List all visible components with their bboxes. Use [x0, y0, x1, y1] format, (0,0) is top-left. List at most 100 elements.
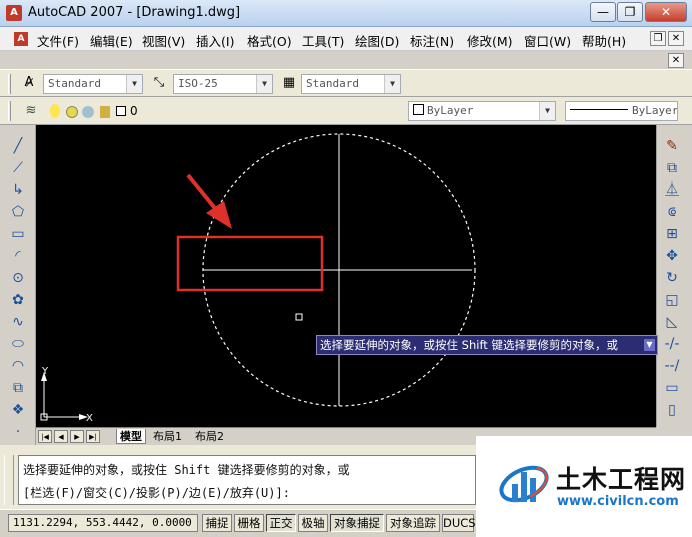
next-tab-button[interactable]: ▶ [70, 430, 84, 443]
osnap-toggle[interactable]: 对象捕捉 [330, 514, 384, 532]
construction-line-icon[interactable]: ⟋ [9, 159, 27, 177]
pickbox-cursor [295, 313, 303, 321]
menu-tools[interactable]: 工具(T) [302, 31, 344, 50]
break-icon[interactable]: ▭ [663, 379, 681, 397]
chevron-down-icon[interactable]: ▼ [539, 102, 555, 120]
menu-edit[interactable]: 编辑(E) [90, 31, 133, 50]
otrack-toggle[interactable]: 对象追踪 [386, 514, 440, 532]
viewport-icon [82, 106, 94, 118]
revision-cloud-icon[interactable]: ✿ [9, 291, 27, 309]
doc-close-button[interactable]: ✕ [668, 31, 684, 46]
chevron-down-icon[interactable]: ▼ [384, 75, 400, 93]
document-icon[interactable]: A [14, 32, 28, 46]
menu-insert[interactable]: 插入(I) [196, 31, 234, 50]
make-block-icon[interactable]: ❖ [9, 401, 27, 419]
menu-file[interactable]: 文件(F) [37, 31, 79, 50]
text-style-value: Standard [48, 77, 101, 90]
ellipse-icon[interactable]: ⬭ [9, 335, 27, 353]
tab-model[interactable]: 模型 [116, 429, 146, 444]
menu-help[interactable]: 帮助(H) [582, 31, 626, 50]
coordinate-readout[interactable]: 1131.2294, 553.4442, 0.0000 [8, 514, 198, 532]
table-style-icon[interactable]: ▦ [280, 74, 298, 92]
layer-select[interactable]: 0 [44, 102, 344, 120]
insert-block-icon[interactable]: ⧉ [9, 379, 27, 397]
line-icon[interactable]: ╱ [9, 137, 27, 155]
ucs-y-label: Y [41, 366, 49, 377]
table-style-select[interactable]: Standard ▼ [301, 74, 401, 94]
prev-tab-button[interactable]: ◀ [54, 430, 68, 443]
copy-icon[interactable]: ⧉ [663, 159, 681, 177]
chevron-down-icon[interactable]: ▼ [256, 75, 272, 93]
trim-icon[interactable]: -/- [663, 335, 681, 353]
lock-icon [100, 106, 110, 118]
tooltip-text: 选择要延伸的对象，或按住 Shift 键选择要修剪的对象，或 [320, 338, 618, 352]
toolbar-grip[interactable] [8, 101, 11, 121]
scale-icon[interactable]: ◱ [663, 291, 681, 309]
color-swatch-icon [413, 104, 424, 115]
toolbar-strip: ✕ [0, 51, 692, 71]
spline-icon[interactable]: ∿ [9, 313, 27, 331]
polyline-icon[interactable]: ↳ [9, 181, 27, 199]
title-bar: A AutoCAD 2007 - [Drawing1.dwg] — ❐ ✕ [0, 0, 692, 27]
mirror-icon[interactable]: ⏅ [663, 181, 681, 199]
rectangle-icon[interactable]: ▭ [9, 225, 27, 243]
dim-style-select[interactable]: ISO-25 ▼ [173, 74, 273, 94]
color-select[interactable]: ByLayer ▼ [408, 101, 556, 121]
join-icon[interactable]: ▯ [663, 401, 681, 419]
drawing-canvas[interactable]: Y X [36, 125, 656, 427]
command-line-1: 选择要延伸的对象，或按住 Shift 键选择要修剪的对象，或 [23, 463, 350, 477]
ducs-toggle[interactable]: DUCS [442, 514, 476, 532]
chevron-down-icon[interactable]: ▼ [644, 339, 655, 351]
ortho-toggle[interactable]: 正交 [266, 514, 296, 532]
draw-toolbar: ╱ ⟋ ↳ ⬠ ▭ ◜ ⊙ ✿ ∿ ⬭ ◠ ⧉ ❖ · [0, 125, 36, 445]
text-style-icon[interactable]: A̷ [20, 74, 38, 92]
extend-icon[interactable]: --/ [663, 357, 681, 375]
arc-icon[interactable]: ◜ [9, 247, 27, 265]
menu-window[interactable]: 窗口(W) [524, 31, 571, 50]
last-tab-button[interactable]: ▶| [86, 430, 100, 443]
tab-layout2[interactable]: 布局2 [192, 429, 227, 444]
menu-view[interactable]: 视图(V) [142, 31, 185, 50]
ucs-x-label: X [86, 413, 93, 424]
toolbar-grip[interactable] [8, 74, 11, 94]
polar-toggle[interactable]: 极轴 [298, 514, 328, 532]
color-value: ByLayer [427, 104, 474, 117]
watermark-url: www.civilcn.com [557, 494, 679, 509]
minimize-button[interactable]: — [590, 2, 616, 22]
rotate-icon[interactable]: ↻ [663, 269, 681, 287]
layer-name: 0 [130, 104, 138, 118]
move-icon[interactable]: ✥ [663, 247, 681, 265]
close-button[interactable]: ✕ [645, 2, 687, 22]
command-history[interactable]: 选择要延伸的对象，或按住 Shift 键选择要修剪的对象，或 [栏选(F)/窗交… [18, 455, 476, 505]
command-window-grip[interactable] [4, 455, 14, 505]
ellipse-arc-icon[interactable]: ◠ [9, 357, 27, 375]
doc-restore-button[interactable]: ❐ [650, 31, 666, 46]
linetype-select[interactable]: ByLayer [565, 101, 678, 121]
circle-icon[interactable]: ⊙ [9, 269, 27, 287]
snap-toggle[interactable]: 捕捉 [202, 514, 232, 532]
chevron-down-icon[interactable]: ▼ [126, 75, 142, 93]
maximize-button[interactable]: ❐ [617, 2, 643, 22]
tab-layout1[interactable]: 布局1 [150, 429, 185, 444]
first-tab-button[interactable]: |◀ [38, 430, 52, 443]
sun-icon [66, 106, 78, 118]
table-style-value: Standard [306, 77, 359, 90]
menu-dimension[interactable]: 标注(N) [410, 31, 454, 50]
point-icon[interactable]: · [9, 423, 27, 441]
doc-close-button-2[interactable]: ✕ [668, 53, 684, 68]
layer-manager-icon[interactable]: ≋ [22, 102, 40, 120]
polygon-icon[interactable]: ⬠ [9, 203, 27, 221]
offset-icon[interactable]: ⟃ [663, 203, 681, 221]
linetype-preview [570, 109, 628, 110]
menu-modify[interactable]: 修改(M) [467, 31, 513, 50]
stretch-icon[interactable]: ◺ [663, 313, 681, 331]
erase-icon[interactable]: ✎ [663, 137, 681, 155]
layers-toolbar: ≋ 0 ByLayer ▼ ByLayer [0, 97, 692, 125]
grid-toggle[interactable]: 栅格 [234, 514, 264, 532]
menu-format[interactable]: 格式(O) [247, 31, 292, 50]
dim-style-icon[interactable]: ⤡ [150, 74, 168, 92]
autocad-app-icon[interactable]: A [6, 5, 22, 21]
menu-draw[interactable]: 绘图(D) [355, 31, 399, 50]
array-icon[interactable]: ⊞ [663, 225, 681, 243]
text-style-select[interactable]: Standard ▼ [43, 74, 143, 94]
